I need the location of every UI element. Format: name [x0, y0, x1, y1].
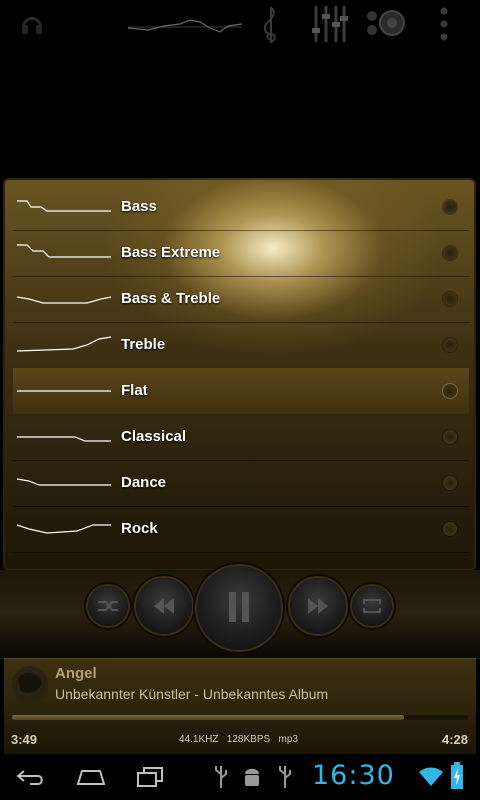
eq-curve-icon	[17, 436, 111, 442]
wifi-icon	[419, 767, 443, 786]
waveform-icon[interactable]	[128, 14, 242, 38]
progress-bar[interactable]	[12, 715, 468, 720]
system-navigation-bar: 16:30	[0, 754, 480, 800]
shuffle-button[interactable]	[88, 586, 128, 626]
pause-button[interactable]	[197, 566, 281, 650]
preset-label: Bass Extreme	[121, 244, 221, 261]
preset-item-classical[interactable]: Classical	[13, 414, 469, 461]
song-title: Angel	[55, 665, 97, 682]
android-debug-icon	[245, 768, 259, 786]
clock: 16:30	[312, 760, 395, 791]
overflow-menu-icon[interactable]	[436, 6, 452, 42]
preset-item-treble[interactable]: Treble	[13, 322, 469, 369]
usb-icon	[215, 766, 227, 788]
preset-item-rock[interactable]: Rock	[13, 506, 469, 553]
preset-label: Bass & Treble	[121, 290, 221, 307]
song-artist-album: Unbekannter Künstler - Unbekanntes Album	[55, 686, 329, 702]
transport-controls	[0, 566, 480, 658]
speakers-icon[interactable]	[364, 8, 408, 38]
album-art-icon[interactable]	[10, 664, 50, 704]
fast-forward-icon	[308, 598, 328, 614]
headphones-icon[interactable]	[20, 10, 44, 36]
preset-label: Treble	[121, 336, 166, 353]
home-icon[interactable]	[76, 768, 106, 786]
top-toolbar	[0, 0, 480, 48]
preset-radio-button[interactable]	[443, 522, 457, 536]
eq-curve-icon	[17, 296, 111, 304]
repeat-icon	[363, 599, 381, 613]
elapsed-time: 3:49	[11, 732, 38, 747]
preset-radio-button[interactable]	[443, 292, 457, 306]
preset-label: Classical	[121, 428, 187, 445]
eq-curve-icon	[17, 390, 111, 392]
preset-item-flat[interactable]: Flat	[13, 368, 469, 415]
preset-label: Rock	[121, 520, 158, 537]
preset-item-bass[interactable]: Bass	[13, 184, 469, 231]
repeat-button[interactable]	[352, 586, 392, 626]
format-info: 44.1KHZ 128KBPS mp3	[179, 734, 298, 745]
back-icon[interactable]	[16, 768, 46, 786]
preset-radio-button[interactable]	[443, 384, 457, 398]
preset-radio-button[interactable]	[443, 338, 457, 352]
preset-radio-button[interactable]	[443, 200, 457, 214]
preset-radio-button[interactable]	[443, 430, 457, 444]
equalizer-sliders-icon[interactable]	[310, 4, 350, 44]
total-time: 4:28	[441, 732, 468, 747]
preset-item-bass-extreme[interactable]: Bass Extreme	[13, 230, 469, 277]
fast-forward-button[interactable]	[290, 578, 346, 634]
rewind-icon	[154, 598, 174, 614]
preset-label: Flat	[121, 382, 148, 399]
usb-icon	[279, 766, 291, 788]
treble-clef-icon[interactable]	[262, 4, 280, 44]
rewind-button[interactable]	[136, 578, 192, 634]
preset-radio-button[interactable]	[443, 246, 457, 260]
eq-curve-icon	[17, 478, 111, 486]
preset-item-bass-treble[interactable]: Bass & Treble	[13, 276, 469, 323]
pause-icon	[229, 592, 249, 622]
equalizer-presets-panel: Bass Bass Extreme Bass & Treble Treble Flat C…	[3, 178, 476, 571]
preset-radio-button[interactable]	[443, 476, 457, 490]
progress-fill	[12, 715, 405, 720]
recent-apps-icon[interactable]	[136, 766, 164, 788]
now-playing-bar[interactable]: Angel Unbekannter Künstler - Unbekanntes…	[4, 658, 476, 755]
preset-label: Dance	[121, 474, 167, 491]
eq-curve-icon	[17, 244, 111, 258]
battery-charging-icon	[451, 762, 463, 789]
preset-item-dance[interactable]: Dance	[13, 460, 469, 507]
shuffle-icon	[98, 601, 118, 611]
eq-curve-icon	[17, 200, 111, 212]
eq-curve-icon	[17, 524, 111, 534]
eq-curve-icon	[17, 336, 111, 352]
preset-label: Bass	[121, 198, 157, 215]
